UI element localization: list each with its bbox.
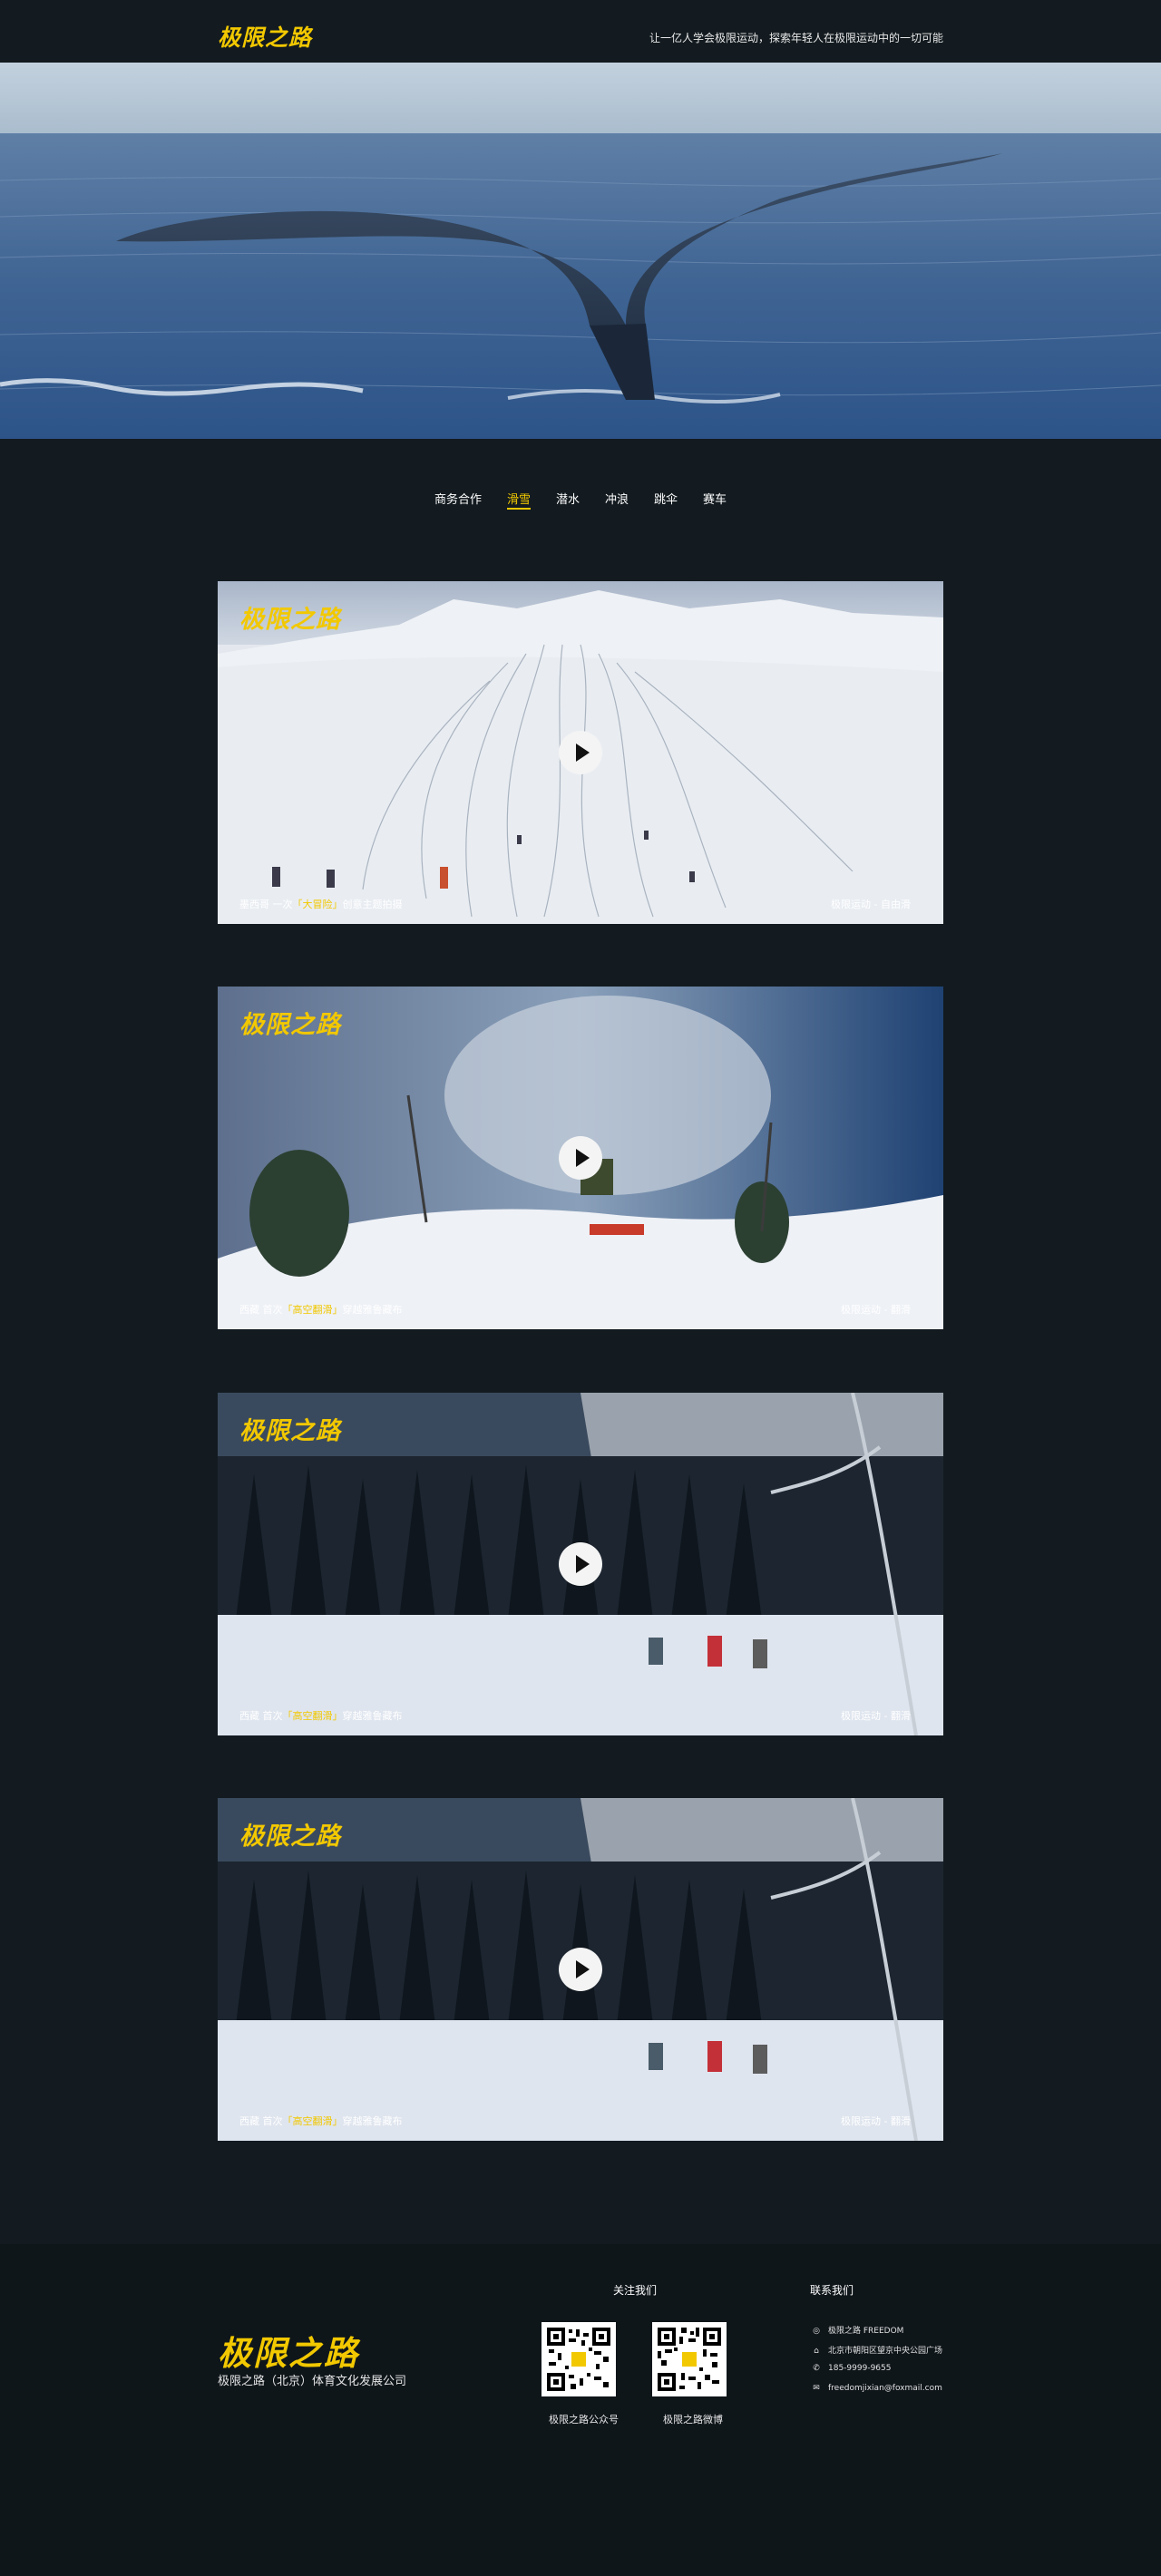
weibo-qr-label: 极限之路微博: [663, 2414, 723, 2425]
play-icon[interactable]: [559, 731, 602, 774]
mail-icon: ✉: [813, 2384, 820, 2393]
play-icon[interactable]: [559, 1948, 602, 1991]
home-icon: ⌂: [814, 2347, 819, 2356]
video-card[interactable]: 极限之路 西藏 首次「高空翻滑」穿越雅鲁藏布 极限运动 - 翻滑: [218, 1393, 943, 1735]
contact-phone: ✆ 185-9999-9655: [810, 2364, 891, 2373]
video-card[interactable]: 极限之路 西藏 首次「高空翻滑」穿越雅鲁藏布 极限运动 - 翻滑: [218, 1798, 943, 2141]
company-name: 极限之路（北京）体育文化发展公司: [218, 2375, 407, 2388]
play-icon[interactable]: [559, 1136, 602, 1180]
tab-diving[interactable]: 潜水: [556, 490, 580, 510]
video-caption: 西藏 首次「高空翻滑」穿越雅鲁藏布: [239, 2115, 403, 2127]
video-logo: 极限之路: [239, 1011, 341, 1039]
tab-skydiving[interactable]: 跳伞: [654, 490, 678, 510]
weibo-qr-code: [652, 2322, 727, 2396]
tab-skiing[interactable]: 滑雪: [506, 490, 531, 510]
video-card[interactable]: 极限之路 墨西哥 一次「大冒险」创意主题拍摄 极限运动 - 自由滑: [218, 581, 943, 924]
wechat-qr-code: [541, 2322, 616, 2396]
phone-icon: ✆: [813, 2364, 820, 2373]
tab-surfing[interactable]: 冲浪: [605, 490, 629, 510]
video-card[interactable]: 极限之路 西藏 首次「高空翻滑」穿越雅鲁藏布 极限运动 - 翻滑: [218, 987, 943, 1329]
whale-tail-image: [0, 63, 1161, 439]
contact-address: ⌂ 北京市朝阳区望京中央公园广场: [810, 2344, 942, 2356]
video-tag: 极限运动 - 自由滑: [831, 899, 911, 910]
video-logo: 极限之路: [239, 1823, 341, 1851]
weibo-icon: ◎: [813, 2327, 820, 2336]
site-slogan: 让一亿人学会极限运动，探索年轻人在极限运动中的一切可能: [649, 32, 943, 44]
video-tag: 极限运动 - 翻滑: [841, 1710, 911, 1722]
site-logo[interactable]: 极限之路: [218, 20, 312, 53]
follow-us-title: 关注我们: [613, 2284, 658, 2297]
contact-weibo: ◎ 极限之路 FREEDOM: [810, 2324, 903, 2336]
video-logo: 极限之路: [239, 606, 341, 634]
video-tag: 极限运动 - 翻滑: [841, 2115, 911, 2127]
video-caption: 西藏 首次「高空翻滑」穿越雅鲁藏布: [239, 1304, 403, 1316]
category-nav: 商务合作 滑雪 潜水 冲浪 跳伞 赛车: [0, 490, 1161, 517]
video-caption: 西藏 首次「高空翻滑」穿越雅鲁藏布: [239, 1710, 403, 1722]
contact-email[interactable]: ✉ freedomjixian@foxmail.com: [810, 2384, 942, 2393]
video-logo: 极限之路: [239, 1417, 341, 1445]
play-icon[interactable]: [559, 1542, 602, 1586]
contact-us-title: 联系我们: [810, 2284, 854, 2297]
tab-racing[interactable]: 赛车: [703, 490, 727, 510]
video-tag: 极限运动 - 翻滑: [841, 1304, 911, 1316]
tab-business[interactable]: 商务合作: [434, 490, 482, 510]
footer: 极限之路 极限之路（北京）体育文化发展公司 关注我们 极限之路公众号 极限之路微…: [0, 2244, 1161, 2576]
top-bar: 极限之路 让一亿人学会极限运动，探索年轻人在极限运动中的一切可能: [0, 0, 1161, 63]
video-caption: 墨西哥 一次「大冒险」创意主题拍摄: [239, 899, 403, 910]
footer-logo: 极限之路: [218, 2334, 359, 2373]
wechat-qr-label: 极限之路公众号: [549, 2414, 619, 2425]
hero-banner: [0, 63, 1161, 439]
